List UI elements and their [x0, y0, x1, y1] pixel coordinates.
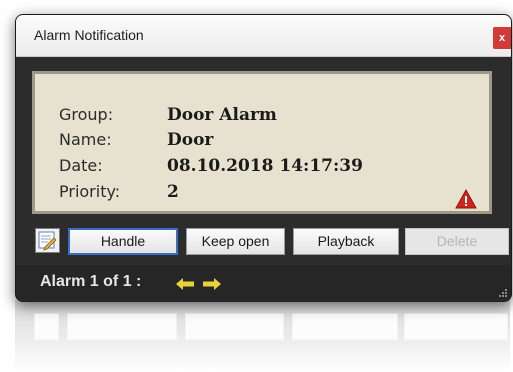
note-edit-icon — [38, 231, 57, 251]
status-bar: Alarm 1 of 1 : — [16, 265, 511, 301]
priority-row: Priority: 2 — [59, 181, 179, 203]
reflection-button — [67, 313, 177, 340]
delete-button[interactable]: Delete — [405, 228, 509, 255]
resize-grip-icon[interactable] — [498, 288, 508, 298]
reflection-arrow-left-icon — [175, 367, 193, 372]
group-row: Group: Door Alarm — [59, 104, 277, 126]
reflection-content: Alarm 1 of 1 : — [15, 300, 510, 372]
reflection-arrow-right-icon — [202, 367, 220, 372]
reflection-button — [185, 313, 284, 340]
group-label: Group: — [59, 105, 114, 124]
window-title: Alarm Notification — [34, 27, 144, 43]
window-reflection: Alarm 1 of 1 : — [15, 300, 510, 372]
alarm-notification-window: Alarm Notification x Group: Door Alarm Na… — [15, 14, 512, 302]
reflection-button — [34, 313, 59, 340]
reflection-counter: Alarm 1 of 1 : — [39, 366, 140, 372]
group-value: Door Alarm — [167, 105, 277, 125]
warning-triangle-icon — [455, 189, 477, 209]
alarm-details-panel: Group: Door Alarm Name: Door Date: 08.10.20… — [32, 71, 492, 214]
keep-open-button[interactable]: Keep open — [186, 228, 285, 255]
name-label: Name: — [59, 130, 112, 149]
arrow-right-icon[interactable] — [203, 278, 221, 290]
reflection-button — [404, 313, 508, 340]
reflection-button — [292, 313, 398, 340]
name-value: Door — [167, 130, 214, 150]
handle-button[interactable]: Handle — [68, 228, 178, 255]
action-button-bar: Handle Keep open Playback Delete — [16, 222, 511, 264]
note-edit-button[interactable] — [35, 228, 60, 253]
priority-label: Priority: — [59, 182, 121, 201]
date-value: 08.10.2018 14:17:39 — [167, 156, 363, 176]
arrow-left-icon[interactable] — [176, 278, 194, 290]
close-button[interactable]: x — [493, 27, 511, 49]
alarm-counter: Alarm 1 of 1 : — [40, 273, 142, 290]
name-row: Name: Door — [59, 129, 213, 151]
playback-button[interactable]: Playback — [293, 228, 399, 255]
date-label: Date: — [59, 156, 103, 175]
date-row: Date: 08.10.2018 14:17:39 — [59, 155, 363, 177]
title-bar[interactable]: Alarm Notification x — [16, 15, 511, 57]
priority-value: 2 — [167, 182, 179, 202]
